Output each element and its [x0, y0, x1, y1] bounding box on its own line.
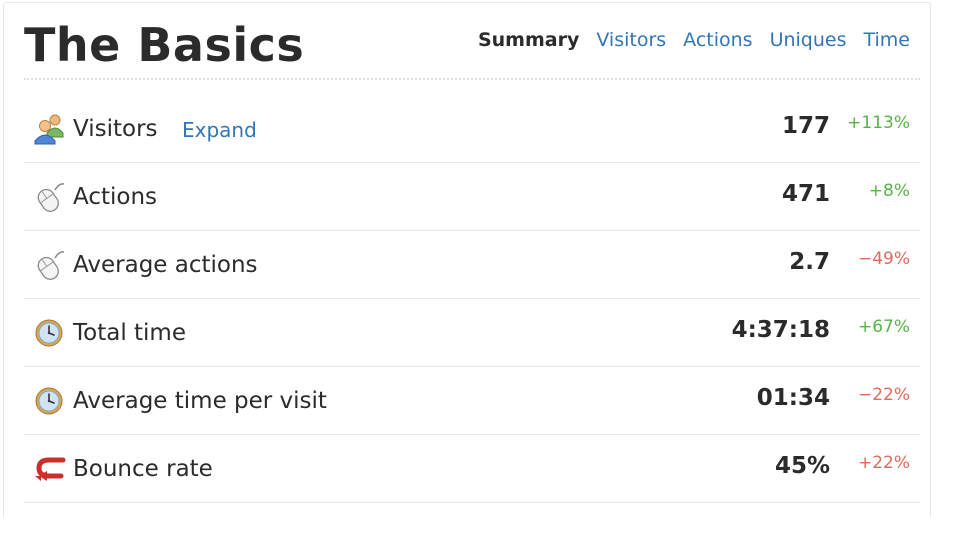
tab-summary[interactable]: Summary [478, 26, 579, 54]
stat-change: −22% [857, 385, 910, 405]
stat-value: 177 [781, 113, 830, 139]
stat-change: +67% [857, 317, 910, 337]
basics-panel: The Basics Summary Visitors Actions Uniq… [3, 2, 931, 517]
stat-value: 2.7 [789, 249, 830, 275]
page-title: The Basics [24, 18, 305, 72]
stat-label: Visitors [73, 116, 158, 142]
stat-label: Average actions [73, 252, 258, 278]
stat-label: Bounce rate [73, 456, 213, 482]
mouse-icon [33, 181, 67, 213]
stat-row-visitors: Visitors Expand 177 +113% [24, 95, 920, 163]
stat-change: −49% [857, 249, 910, 269]
stat-label: Total time [73, 320, 186, 346]
stat-value: 471 [781, 181, 830, 207]
stat-value: 45% [774, 453, 830, 479]
clock-icon [33, 317, 67, 349]
clock-icon [33, 385, 67, 417]
stat-label: Actions [73, 184, 158, 210]
expand-link[interactable]: Expand [182, 117, 257, 143]
stats-list: Visitors Expand 177 +113% Actions 471 +8… [24, 95, 920, 503]
stat-change: +113% [847, 113, 910, 133]
stat-change: +8% [868, 181, 910, 201]
stat-row-average-actions: Average actions 2.7 −49% [24, 231, 920, 299]
tab-visitors[interactable]: Visitors [596, 26, 666, 54]
tab-actions[interactable]: Actions [683, 26, 752, 54]
visitors-icon [33, 113, 67, 145]
stat-row-bounce-rate: Bounce rate 45% +22% [24, 435, 920, 503]
mouse-icon [33, 249, 67, 281]
tab-bar: Summary Visitors Actions Uniques Time [478, 26, 910, 54]
bounce-arrow-icon [33, 453, 67, 485]
tab-time[interactable]: Time [864, 26, 911, 54]
panel-header: The Basics Summary Visitors Actions Uniq… [24, 18, 920, 80]
stat-row-average-time: Average time per visit 01:34 −22% [24, 367, 920, 435]
stat-value: 01:34 [756, 385, 830, 411]
stat-change: +22% [857, 453, 910, 473]
stat-row-actions: Actions 471 +8% [24, 163, 920, 231]
stat-value: 4:37:18 [731, 317, 830, 343]
stat-row-total-time: Total time 4:37:18 +67% [24, 299, 920, 367]
tab-uniques[interactable]: Uniques [770, 26, 847, 54]
stat-label: Average time per visit [73, 388, 327, 414]
